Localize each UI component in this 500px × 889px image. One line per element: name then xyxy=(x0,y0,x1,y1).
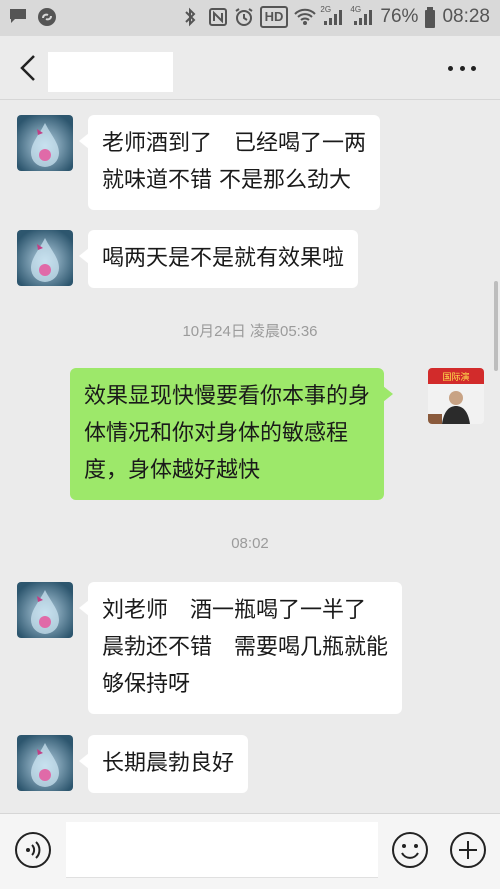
message-text: 刘老师 酒一瓶喝了一半了 xyxy=(102,598,367,623)
more-actions-button[interactable] xyxy=(448,830,488,870)
message-text: 老师酒到了 已经喝了一两 xyxy=(102,131,367,156)
wifi-icon xyxy=(294,7,317,27)
message-text: 度，身体越好越快 xyxy=(84,458,261,483)
contact-avatar[interactable] xyxy=(17,582,73,638)
voice-icon xyxy=(15,832,51,868)
my-avatar[interactable]: 国际演 xyxy=(428,368,484,424)
more-button[interactable] xyxy=(448,66,476,74)
contact-avatar[interactable] xyxy=(17,230,73,286)
timestamp: 08:02 xyxy=(231,535,269,552)
chat-title xyxy=(48,52,173,92)
hd-badge: HD xyxy=(259,6,289,28)
message-text: 效果显现快慢要看你本事的身 xyxy=(84,384,371,409)
sync-icon xyxy=(36,6,56,26)
scrollbar[interactable] xyxy=(494,281,498,371)
alarm-icon xyxy=(234,7,254,27)
message-bubble[interactable]: 效果显现快慢要看你本事的身 体情况和你对身体的敏感程 度，身体越好越快 xyxy=(70,368,394,500)
message-bubble[interactable]: 老师酒到了 已经喝了一两 就味道不错 不是那么劲大 xyxy=(78,115,381,210)
battery-percent: 76% xyxy=(380,6,419,27)
chevron-left-icon xyxy=(20,55,35,81)
message-bubble[interactable]: 长期晨勃良好 xyxy=(78,735,249,793)
status-bar: HD 2G 4G 76% 08:28 xyxy=(0,0,500,36)
message-text: 体情况和你对身体的敏感程 xyxy=(84,421,349,446)
message-bubble[interactable]: 刘老师 酒一瓶喝了一半了 晨勃还不错 需要喝几瓶就能 够保持呀 xyxy=(78,582,403,714)
message-input[interactable] xyxy=(66,822,378,878)
message-text: 喝两天是不是就有效果啦 xyxy=(102,246,345,271)
emoji-button[interactable] xyxy=(390,830,430,870)
message-text: 就味道不错 不是那么劲大 xyxy=(102,168,351,193)
back-button[interactable] xyxy=(14,52,44,84)
contact-avatar[interactable] xyxy=(17,115,73,171)
avatar-banner-text: 国际演 xyxy=(442,371,469,383)
voice-button[interactable] xyxy=(14,831,52,869)
plus-icon xyxy=(450,832,486,868)
timestamp: 10月24日 凌晨05:36 xyxy=(182,323,318,340)
nfc-icon xyxy=(208,7,228,27)
message-list[interactable]: 老师酒到了 已经喝了一两 就味道不错 不是那么劲大 喝两天是不是就有效果啦 10… xyxy=(0,101,500,813)
chat-notification-icon xyxy=(8,6,28,26)
signal-4g-icon: 4G xyxy=(350,5,374,27)
clock: 08:28 xyxy=(442,6,490,27)
emoji-icon xyxy=(392,832,428,868)
message-text: 晨勃还不错 需要喝几瓶就能 xyxy=(102,635,389,660)
signal-2g-icon: 2G xyxy=(320,5,344,27)
message-text: 长期晨勃良好 xyxy=(102,751,235,776)
more-dots-icon xyxy=(448,66,453,71)
message-bubble[interactable]: 喝两天是不是就有效果啦 xyxy=(78,230,359,288)
message-text: 够保持呀 xyxy=(102,672,191,697)
input-bar xyxy=(0,813,500,889)
contact-avatar[interactable] xyxy=(17,735,73,791)
bluetooth-icon xyxy=(182,7,202,27)
battery-icon xyxy=(424,7,436,28)
chat-header xyxy=(0,36,500,100)
